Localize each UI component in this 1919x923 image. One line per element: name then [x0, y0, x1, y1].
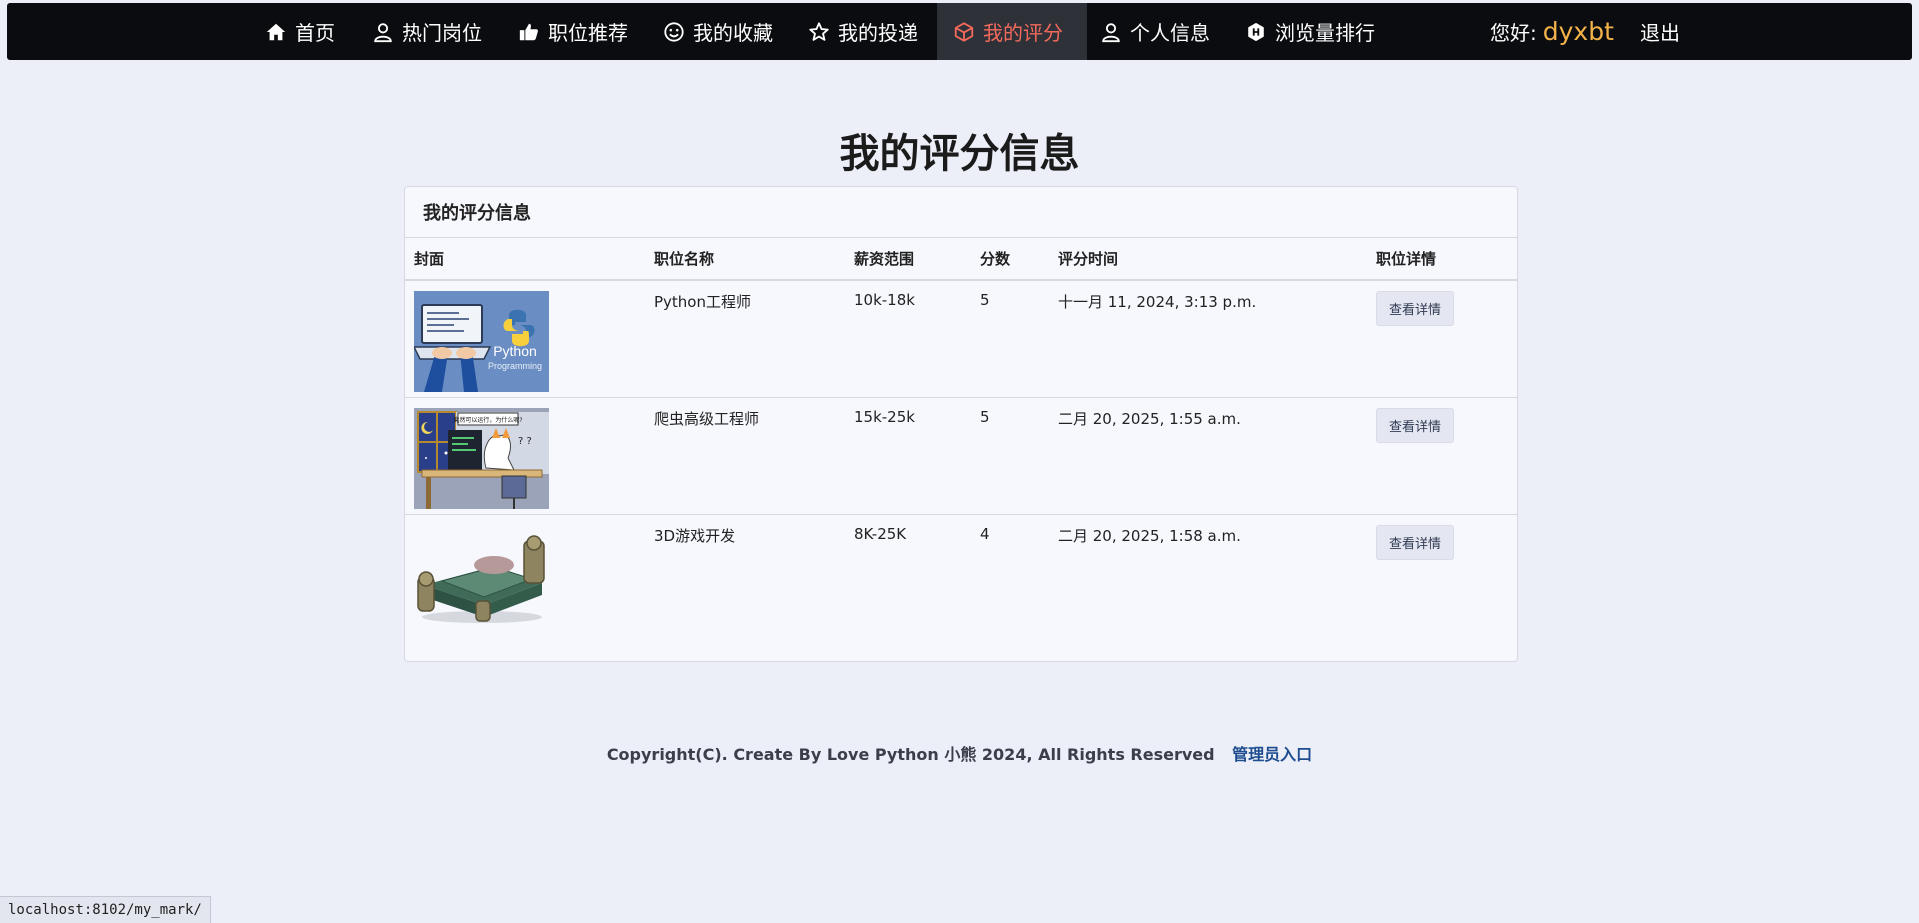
- nav-my-favorites[interactable]: 我的收藏: [663, 3, 773, 60]
- detail-cell: 查看详情: [1367, 514, 1517, 631]
- detail-cell: 查看详情: [1367, 397, 1517, 515]
- table-row: Python Programming Python工程师 10k-18k 5 十…: [405, 280, 1517, 398]
- score: 5: [971, 280, 1049, 398]
- job-title: 3D游戏开发: [654, 526, 736, 545]
- cover-cell: Python Programming: [405, 280, 645, 398]
- nav-my-favorites-label: 我的收藏: [693, 21, 773, 45]
- crawler-cover-image[interactable]: 竟然可以运行，为什么呢? ? ?: [414, 407, 549, 509]
- table-row: 竟然可以运行，为什么呢? ? ? 爬虫高级工程师 15k-25k 5 二月 20…: [405, 397, 1517, 515]
- view-detail-button[interactable]: 查看详情: [1376, 291, 1455, 326]
- column-header-cover: 封面: [405, 238, 645, 281]
- greeting-text: 您好:: [1490, 21, 1537, 45]
- card-header: 我的评分信息: [405, 187, 1517, 238]
- column-header-detail: 职位详情: [1367, 238, 1517, 281]
- logout-link[interactable]: 退出: [1640, 3, 1680, 60]
- user-icon: [1102, 22, 1120, 42]
- score: 4: [980, 524, 990, 543]
- ratings-card: 我的评分信息 封面 职位名称 薪资范围 分数 评分时间 职位详情 Python …: [404, 186, 1518, 662]
- score: 5: [971, 397, 1049, 515]
- cube-icon: [954, 21, 974, 42]
- top-navbar: 首页 热门岗位 职位推荐 我的收藏 我的投递 我的评分 个人信息 浏览量排行 您…: [7, 3, 1912, 60]
- view-detail-button[interactable]: 查看详情: [1376, 407, 1455, 443]
- table-row: 3D游戏开发 8K-25K 4 二月 20, 2025, 1:58 a.m. 查…: [405, 514, 1517, 631]
- svg-text:Programming: Programming: [488, 361, 542, 371]
- table-header-row: 封面 职位名称 薪资范围 分数 评分时间 职位详情: [405, 238, 1517, 281]
- nav-my-applications-label: 我的投递: [838, 21, 918, 45]
- cover-cell: 竟然可以运行，为什么呢? ? ?: [405, 397, 645, 515]
- user-greeting: 您好: dyxbt: [1490, 3, 1614, 60]
- job-title: Python工程师: [645, 280, 845, 398]
- nav-view-ranking-label: 浏览量排行: [1275, 21, 1375, 45]
- nav-job-recommend-label: 职位推荐: [548, 21, 628, 45]
- rating-time: 二月 20, 2025, 1:58 a.m.: [1058, 526, 1241, 545]
- cover-cell: [405, 514, 645, 631]
- status-bar-url: localhost:8102/my_mark/: [0, 896, 211, 923]
- column-header-salary: 薪资范围: [845, 238, 971, 281]
- column-header-title: 职位名称: [645, 238, 845, 281]
- home-icon: [266, 23, 286, 40]
- nav-my-ratings-label: 我的评分: [983, 21, 1063, 45]
- nav-my-ratings[interactable]: 我的评分: [937, 3, 1087, 60]
- column-header-score: 分数: [971, 238, 1049, 281]
- thumbs-up-icon: [519, 23, 538, 40]
- nav-home[interactable]: 首页: [265, 3, 335, 60]
- nav-profile[interactable]: 个人信息: [1100, 3, 1210, 60]
- star-icon: [809, 21, 829, 41]
- nav-profile-label: 个人信息: [1130, 21, 1210, 45]
- user-icon: [374, 22, 392, 42]
- nav-home-label: 首页: [295, 21, 335, 45]
- nav-my-applications[interactable]: 我的投递: [808, 3, 918, 60]
- game-bed-cover-image[interactable]: [414, 524, 549, 626]
- nav-hot-jobs[interactable]: 热门岗位: [372, 3, 482, 60]
- svg-text:Python: Python: [493, 343, 537, 359]
- nav-view-ranking[interactable]: 浏览量排行: [1245, 3, 1375, 60]
- copyright-text: Copyright(C). Create By Love Python 小熊 2…: [606, 745, 1215, 764]
- footer: Copyright(C). Create By Love Python 小熊 2…: [0, 741, 1919, 765]
- job-title: 爬虫高级工程师: [645, 397, 845, 515]
- smile-icon: [664, 21, 684, 42]
- rating-time: 二月 20, 2025, 1:55 a.m.: [1049, 397, 1367, 515]
- username: dyxbt: [1542, 17, 1614, 46]
- nav-hot-jobs-label: 热门岗位: [402, 21, 482, 45]
- salary-range: 15k-25k: [845, 397, 971, 515]
- svg-text:? ?: ? ?: [518, 436, 532, 447]
- svg-text:竟然可以运行，为什么呢?: 竟然可以运行，为什么呢?: [453, 416, 522, 424]
- python-cover-image[interactable]: Python Programming: [414, 291, 549, 392]
- ratings-table: 封面 职位名称 薪资范围 分数 评分时间 职位详情 Python Program…: [405, 238, 1517, 631]
- nav-job-recommend[interactable]: 职位推荐: [518, 3, 628, 60]
- detail-cell: 查看详情: [1367, 280, 1517, 398]
- view-detail-button[interactable]: 查看详情: [1376, 524, 1455, 560]
- admin-entry-link[interactable]: 管理员入口: [1232, 745, 1312, 764]
- salary-range: 8K-25K: [854, 524, 907, 543]
- rating-time: 十一月 11, 2024, 3:13 p.m.: [1049, 280, 1367, 398]
- page-title: 我的评分信息: [839, 131, 1080, 177]
- column-header-time: 评分时间: [1049, 238, 1367, 281]
- hexagon-icon: [1248, 22, 1264, 41]
- salary-range: 10k-18k: [845, 280, 971, 398]
